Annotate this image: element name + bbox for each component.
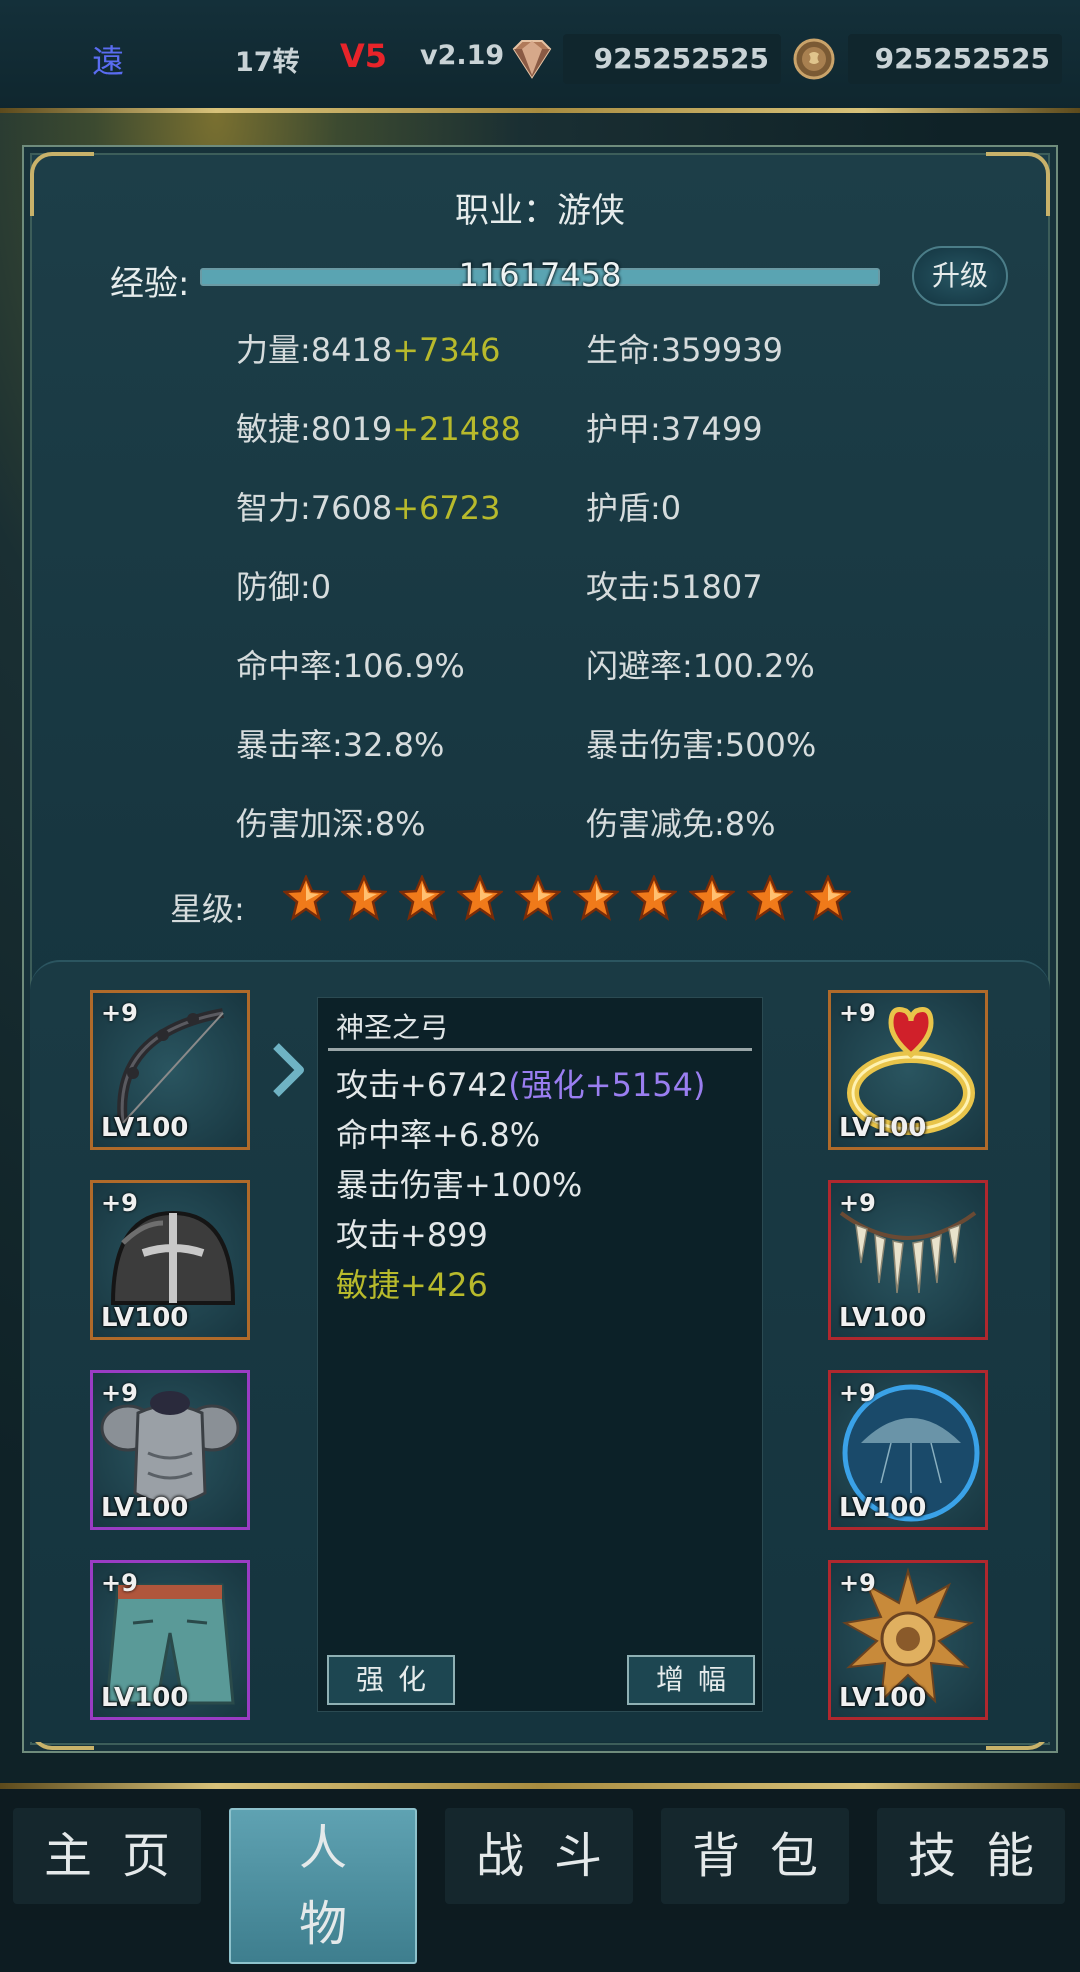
- item-detail-panel: 神圣之弓 攻击+6742(强化+5154) 命中率+6.8% 暴击伤害+100%…: [317, 997, 763, 1712]
- enhance-button[interactable]: 强化: [327, 1655, 455, 1705]
- exp-value: 11617458: [458, 256, 622, 294]
- stat-attack: 攻击:51807: [586, 568, 763, 606]
- slot-plus: +9: [839, 1379, 876, 1407]
- equip-slot-helmet[interactable]: +9 LV100: [90, 1180, 250, 1340]
- version-label: v2.19: [420, 40, 505, 71]
- tab-home[interactable]: 主页: [13, 1808, 201, 1904]
- tab-skills[interactable]: 技能: [877, 1808, 1065, 1904]
- rebirth-count: 17转: [235, 47, 300, 78]
- slot-plus: +9: [101, 1569, 138, 1597]
- diamond-icon: [512, 40, 552, 79]
- item-stat-agility: 敏捷+426: [336, 1266, 488, 1304]
- bottom-divider: [0, 1783, 1080, 1789]
- stat-armor: 护甲:37499: [586, 410, 763, 448]
- item-stat-hit: 命中率+6.8%: [336, 1116, 541, 1154]
- tab-character-label: 人物: [229, 1808, 417, 1964]
- equip-slot-necklace[interactable]: +9 LV100: [828, 1180, 988, 1340]
- chevron-right-icon: [273, 1043, 304, 1097]
- slot-level: LV100: [101, 1303, 189, 1333]
- slot-plus: +9: [839, 999, 876, 1027]
- star-icon: [631, 875, 677, 921]
- stat-agility-base: 敏捷:8019: [236, 410, 393, 448]
- equip-slot-ring[interactable]: +9 LV100: [828, 990, 988, 1150]
- star-icon: [689, 875, 735, 921]
- stat-damage-amp: 伤害加深:8%: [236, 805, 426, 843]
- coin-count: 925252525: [848, 34, 1062, 84]
- star-icon: [399, 875, 445, 921]
- equip-slot-orb[interactable]: +9 LV100: [828, 1370, 988, 1530]
- stat-intelligence-base: 智力:7608: [236, 489, 393, 527]
- item-enhance-bonus: (强化+5154): [508, 1066, 706, 1104]
- job-title: 职业：游侠: [455, 191, 625, 231]
- slot-plus: +9: [839, 1569, 876, 1597]
- star-icon: [341, 875, 387, 921]
- tab-bag[interactable]: 背包: [661, 1808, 849, 1904]
- stat-crit-rate: 暴击率:32.8%: [236, 726, 445, 764]
- star-icon: [515, 875, 561, 921]
- stat-strength-bonus: +7346: [392, 331, 501, 369]
- stat-damage-reduction: 伤害减免:8%: [586, 805, 776, 843]
- vip-level[interactable]: V5: [340, 37, 387, 75]
- item-name: 神圣之弓: [336, 1011, 449, 1044]
- item-stat-attack-extra: 攻击+899: [336, 1216, 488, 1254]
- star-icon: [805, 875, 851, 921]
- coin-icon: [793, 38, 835, 80]
- stat-crit-damage: 暴击伤害:500%: [586, 726, 817, 764]
- equip-slot-weapon[interactable]: +9 LV100: [90, 990, 250, 1150]
- stat-hp: 生命:359939: [586, 331, 783, 369]
- equip-slot-pants[interactable]: +9 LV100: [90, 1560, 250, 1720]
- upgrade-button[interactable]: 升级: [912, 246, 1008, 306]
- item-stat-crit-damage: 暴击伤害+100%: [336, 1166, 583, 1204]
- slot-level: LV100: [839, 1303, 927, 1333]
- top-status-bar: 遠 17转 V5 v2.19 925252525 925252525: [0, 0, 1080, 113]
- gem-count: 925252525: [563, 34, 781, 84]
- slot-plus: +9: [101, 999, 138, 1027]
- tab-character[interactable]: 人物: [229, 1808, 417, 1964]
- amplify-button[interactable]: 增幅: [627, 1655, 755, 1705]
- slot-level: LV100: [101, 1113, 189, 1143]
- slot-plus: +9: [101, 1189, 138, 1217]
- stat-agility: 敏捷:8019+21488: [236, 404, 521, 450]
- tab-battle[interactable]: 战斗: [445, 1808, 633, 1904]
- stat-shield: 护盾:0: [586, 489, 682, 527]
- item-stat-attack-value: 攻击+6742: [336, 1066, 509, 1104]
- stat-strength-base: 力量:8418: [236, 331, 393, 369]
- player-name[interactable]: 遠: [92, 36, 124, 82]
- slot-plus: +9: [101, 1379, 138, 1407]
- equip-slot-chest[interactable]: +9 LV100: [90, 1370, 250, 1530]
- stat-defense: 防御:0: [236, 568, 332, 606]
- stat-dodge: 闪避率:100.2%: [586, 647, 815, 685]
- equip-slot-amulet[interactable]: +9 LV100: [828, 1560, 988, 1720]
- slot-plus: +9: [839, 1189, 876, 1217]
- stat-agility-bonus: +21488: [392, 410, 521, 448]
- slot-level: LV100: [101, 1683, 189, 1713]
- star-level-label: 星级:: [170, 890, 245, 928]
- slot-level: LV100: [839, 1683, 927, 1713]
- star-icon: [283, 875, 329, 921]
- star-rating: [283, 875, 851, 921]
- star-icon: [747, 875, 793, 921]
- stat-intelligence-bonus: +6723: [392, 489, 501, 527]
- stat-intelligence: 智力:7608+6723: [236, 483, 500, 529]
- item-stat-attack: 攻击+6742(强化+5154): [336, 1060, 706, 1106]
- slot-level: LV100: [839, 1113, 927, 1143]
- stat-hit-rate: 命中率:106.9%: [236, 647, 465, 685]
- star-icon: [573, 875, 619, 921]
- exp-label: 经验:: [110, 264, 190, 304]
- stat-strength: 力量:8418+7346: [236, 325, 500, 371]
- item-divider: [328, 1048, 752, 1051]
- slot-level: LV100: [839, 1493, 927, 1523]
- slot-level: LV100: [101, 1493, 189, 1523]
- star-icon: [457, 875, 503, 921]
